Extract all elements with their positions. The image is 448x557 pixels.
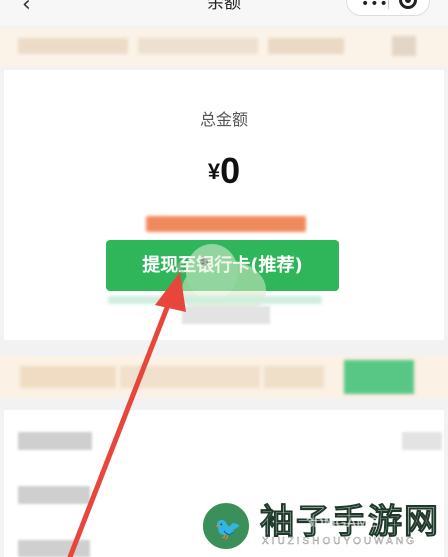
- mini-program-capsule[interactable]: •••: [346, 0, 430, 16]
- blurred-secondary-link: [108, 296, 322, 304]
- watermark-logo-icon: 🐦: [200, 500, 252, 552]
- amount-value: 0: [220, 150, 241, 191]
- target-icon[interactable]: [399, 0, 417, 9]
- bird-icon: 🐦: [214, 517, 242, 542]
- blurred-text: [138, 38, 258, 54]
- blurred-list-item[interactable]: [18, 540, 90, 557]
- currency-symbol: ¥: [207, 159, 221, 184]
- blurred-list-item[interactable]: [18, 432, 92, 450]
- blurred-text: [268, 38, 344, 54]
- blurred-notice-banner: [0, 28, 448, 66]
- more-dots-icon[interactable]: •••: [361, 0, 389, 11]
- watermark-badge: 3DMGAME: [306, 514, 378, 530]
- blurred-text: [264, 366, 324, 388]
- blurred-text: [20, 366, 116, 388]
- balance-amount: ¥0: [0, 150, 448, 192]
- blurred-highlight-bar: [146, 216, 306, 232]
- blurred-secondary-text: [182, 306, 270, 324]
- blurred-list-item[interactable]: [18, 486, 90, 504]
- blurred-icon: [392, 36, 416, 56]
- blurred-list-value: [402, 432, 442, 450]
- blurred-text: [120, 366, 260, 388]
- total-amount-label: 总金额: [199, 112, 248, 129]
- blurred-text: [18, 38, 128, 54]
- blurred-promo-button[interactable]: [344, 360, 414, 394]
- nav-bar: ‹ 余额 •••: [0, 0, 448, 26]
- capsule-divider: [388, 0, 389, 9]
- watermark-pinyin: XIUZISHOUYOUWANG: [262, 536, 417, 547]
